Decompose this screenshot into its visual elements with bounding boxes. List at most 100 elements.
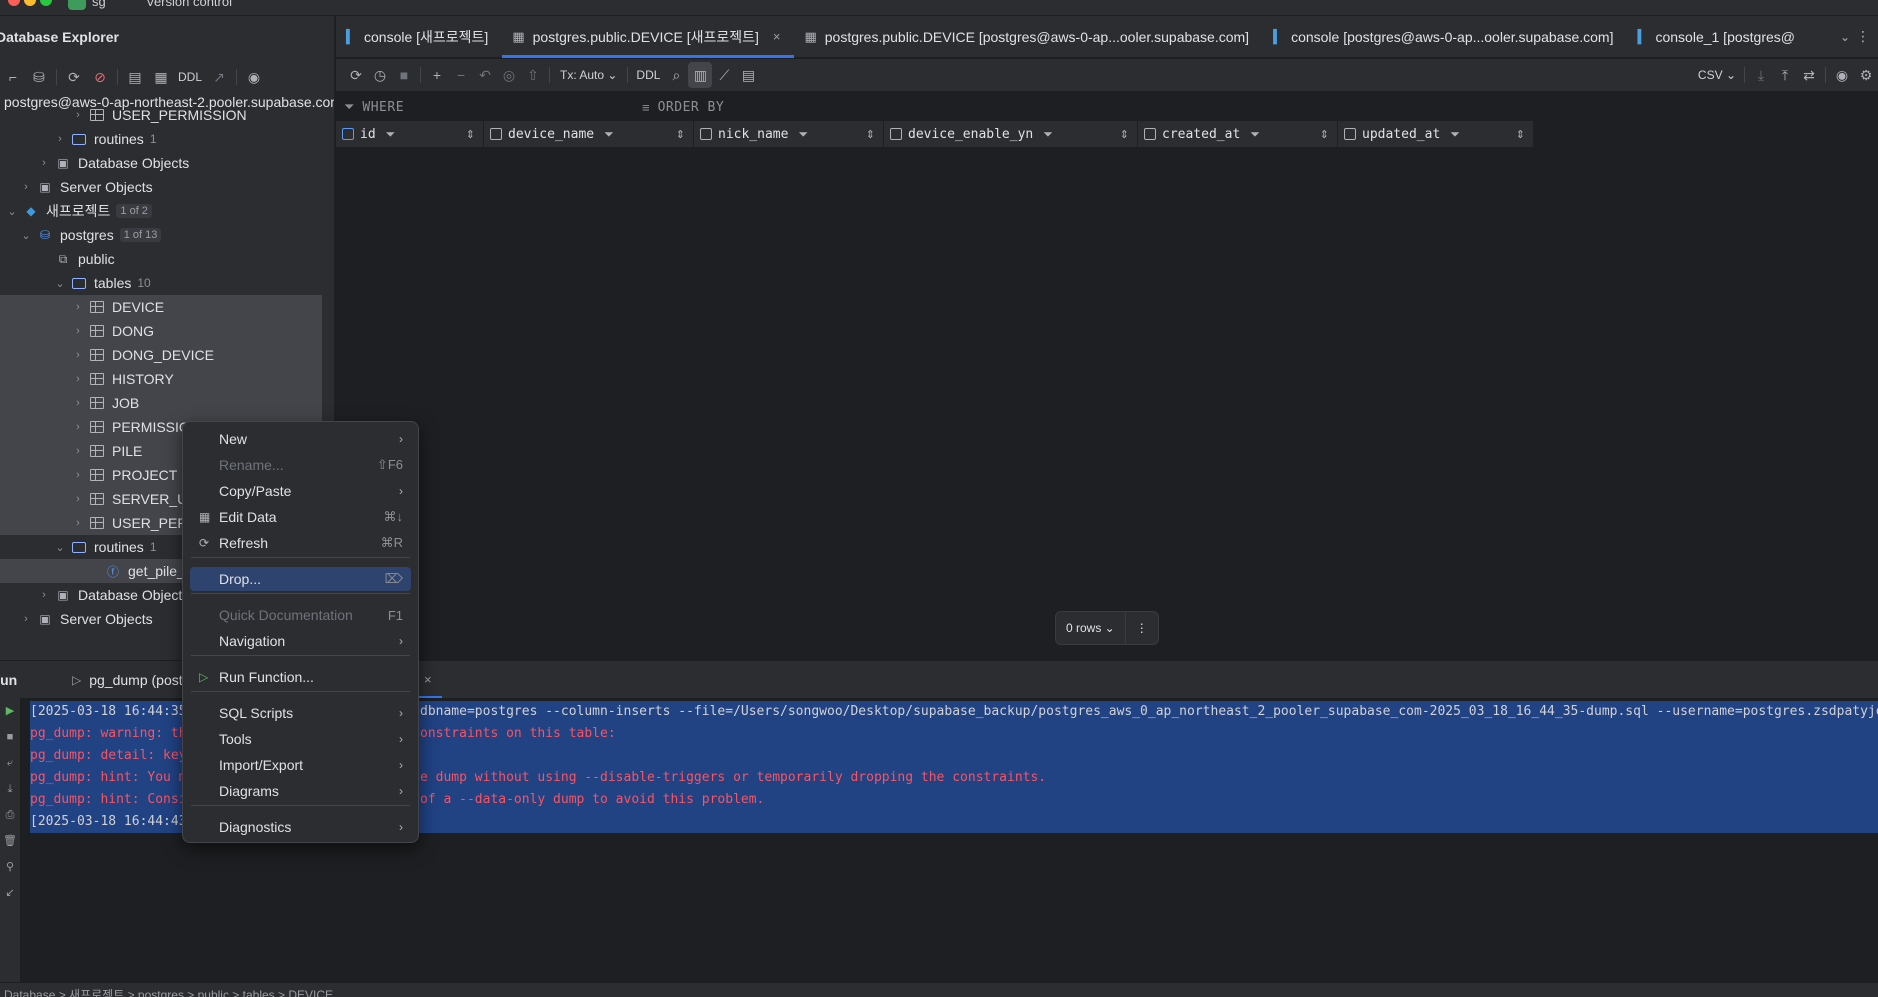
tabs-more-icon[interactable]: ⋮ bbox=[1856, 28, 1870, 45]
revert-icon[interactable]: ↶ bbox=[473, 62, 497, 88]
column-filter-icon[interactable]: ⏷ bbox=[386, 127, 396, 142]
reload-icon[interactable]: ⟳ bbox=[344, 62, 368, 88]
tree-item-dong[interactable]: › DONG bbox=[0, 319, 322, 343]
scroll-end-icon[interactable]: ⤓ bbox=[0, 776, 20, 802]
maximize-window-icon[interactable] bbox=[40, 0, 52, 6]
datasource-properties-icon[interactable]: ⛁ bbox=[26, 64, 52, 90]
tree-item-postgres[interactable]: ⌄ ⛁ postgres 1 of 13 bbox=[0, 223, 335, 247]
view-options-icon[interactable]: ◉ bbox=[241, 64, 267, 90]
chevron-right-icon[interactable]: › bbox=[70, 493, 86, 505]
pin-icon[interactable]: ⚲ bbox=[0, 854, 20, 880]
order-by-filter[interactable]: ≡ ORDER BY bbox=[642, 100, 724, 115]
collapse-arrow-icon[interactable]: ↙ bbox=[0, 880, 20, 906]
rows-more-icon[interactable]: ⋮ bbox=[1126, 611, 1158, 645]
column-filter-icon[interactable]: ⏷ bbox=[798, 127, 808, 142]
menu-item-run-function[interactable]: ▷ Run Function... bbox=[190, 665, 411, 689]
tree-item-public[interactable]: ⧉ public bbox=[0, 247, 335, 271]
column-header-nick-name[interactable]: nick_name ⏷ ⇕ bbox=[694, 121, 884, 147]
schema-icon[interactable]: ▤ bbox=[122, 64, 148, 90]
transaction-mode-dropdown[interactable]: Tx: Auto ⌄ bbox=[554, 68, 623, 82]
sort-icon[interactable]: ⇕ bbox=[1120, 128, 1129, 141]
menu-item-diagrams[interactable]: Diagrams › bbox=[190, 779, 411, 803]
chevron-right-icon[interactable]: › bbox=[52, 133, 68, 145]
column-header-device-enable-yn[interactable]: device_enable_yn ⏷ ⇕ bbox=[884, 121, 1138, 147]
project-badge-icon[interactable] bbox=[68, 0, 86, 10]
tab-console-1[interactable]: ▍ console_1 [postgres@ bbox=[1627, 16, 1809, 58]
column-filter-icon[interactable]: ⏷ bbox=[1450, 127, 1460, 142]
refresh-icon[interactable]: ⟳ bbox=[61, 64, 87, 90]
chevron-right-icon[interactable]: › bbox=[70, 109, 86, 121]
sort-icon[interactable]: ⇕ bbox=[866, 128, 875, 141]
where-filter[interactable]: ⏷ WHERE bbox=[344, 99, 404, 115]
upload-icon[interactable]: ⤒ bbox=[1773, 62, 1797, 88]
menu-item-new[interactable]: New › bbox=[190, 427, 411, 451]
tree-item-새프로젝트[interactable]: ⌄ ◆ 새프로젝트 1 of 2 bbox=[0, 199, 335, 223]
tree-item-tables[interactable]: ⌄ tables 10 bbox=[0, 271, 335, 295]
menu-item-copy-paste[interactable]: Copy/Paste › bbox=[190, 479, 411, 503]
chart-icon[interactable]: ⟋ bbox=[712, 62, 736, 88]
tree-item-user-permission[interactable]: › USER_PERMISSION bbox=[0, 103, 335, 127]
chevron-right-icon[interactable]: › bbox=[36, 157, 52, 169]
schema-count-badge[interactable]: 1 of 13 bbox=[119, 228, 162, 242]
sort-icon[interactable]: ⇕ bbox=[1320, 128, 1329, 141]
chevron-right-icon[interactable]: › bbox=[70, 517, 86, 529]
rows-count-dropdown[interactable]: 0 rows ⌄ bbox=[1056, 611, 1125, 645]
soft-wrap-icon[interactable]: ⤶ bbox=[0, 750, 20, 776]
grid-settings-icon[interactable]: ▤ bbox=[736, 62, 760, 88]
rerun-icon[interactable]: ▶ bbox=[0, 698, 20, 724]
column-filter-icon[interactable]: ⏷ bbox=[604, 127, 614, 142]
tree-item-device[interactable]: › DEVICE bbox=[0, 295, 322, 319]
sort-icon[interactable]: ⇕ bbox=[466, 128, 475, 141]
tab-console-supabase[interactable]: ▍ console [postgres@aws-0-ap...ooler.supa… bbox=[1263, 16, 1627, 58]
add-row-icon[interactable]: + bbox=[425, 62, 449, 88]
breadcrumb[interactable]: Database > 새프로젝트 > postgres > public > t… bbox=[4, 986, 333, 997]
menu-item-refresh[interactable]: ⟳ Refresh ⌘R bbox=[190, 531, 411, 555]
menu-item-diagnostics[interactable]: Diagnostics › bbox=[190, 815, 411, 839]
chevron-down-icon[interactable]: ⌄ bbox=[52, 277, 68, 290]
chevron-down-icon[interactable]: ⌄ bbox=[52, 541, 68, 554]
ddl-button[interactable]: DDL bbox=[632, 68, 664, 82]
menu-item-navigation[interactable]: Navigation › bbox=[190, 629, 411, 653]
chevron-right-icon[interactable]: › bbox=[70, 349, 86, 361]
tabs-dropdown-icon[interactable]: ⌄ bbox=[1840, 30, 1850, 44]
compare-icon[interactable]: ⇄ bbox=[1797, 62, 1821, 88]
tab-device-new-project[interactable]: ▦ postgres.public.DEVICE [새프로젝트] × bbox=[502, 16, 795, 58]
chevron-right-icon[interactable]: › bbox=[36, 589, 52, 601]
history-icon[interactable]: ◷ bbox=[368, 62, 392, 88]
chevron-right-icon[interactable]: › bbox=[18, 181, 34, 193]
menu-item-sql-scripts[interactable]: SQL Scripts › bbox=[190, 701, 411, 725]
minimize-window-icon[interactable] bbox=[24, 0, 36, 6]
project-label[interactable]: sg bbox=[92, 0, 106, 9]
menu-item-edit-data[interactable]: ▦ Edit Data ⌘↓ bbox=[190, 505, 411, 529]
vcs-label[interactable]: Version control bbox=[146, 0, 232, 9]
column-filter-icon[interactable]: ⏷ bbox=[1250, 127, 1260, 142]
stop-icon[interactable]: ■ bbox=[392, 62, 416, 88]
schema-count-badge[interactable]: 1 of 2 bbox=[116, 204, 152, 218]
tree-item-server-objects[interactable]: › ▣ Server Objects bbox=[0, 175, 335, 199]
settings-gear-icon[interactable]: ⚙ bbox=[1854, 62, 1878, 88]
jump-to-source-icon[interactable]: ↗ bbox=[206, 64, 232, 90]
ddl-button[interactable]: DDL bbox=[174, 70, 206, 84]
column-header-created-at[interactable]: created_at ⏷ ⇕ bbox=[1138, 121, 1338, 147]
close-window-icon[interactable] bbox=[8, 0, 20, 6]
chevron-right-icon[interactable]: › bbox=[70, 469, 86, 481]
close-tab-icon[interactable]: × bbox=[773, 29, 781, 44]
sort-icon[interactable]: ⇕ bbox=[1516, 128, 1525, 141]
chevron-right-icon[interactable]: › bbox=[70, 325, 86, 337]
chevron-right-icon[interactable]: › bbox=[70, 445, 86, 457]
chevron-down-icon[interactable]: ⌄ bbox=[18, 229, 34, 242]
chevron-down-icon[interactable]: ⌄ bbox=[4, 205, 20, 218]
tree-item-database-objects[interactable]: › ▣ Database Objects bbox=[0, 151, 335, 175]
view-icon[interactable]: ◉ bbox=[1830, 62, 1854, 88]
menu-item-drop[interactable]: Drop... ⌦ bbox=[190, 567, 411, 591]
submit-icon[interactable]: ⇧ bbox=[521, 62, 545, 88]
chevron-right-icon[interactable]: › bbox=[70, 397, 86, 409]
print-icon[interactable]: ⎙ bbox=[0, 802, 20, 828]
table-view-toggle-icon[interactable]: ▥ bbox=[688, 62, 713, 88]
sort-icon[interactable]: ⇕ bbox=[676, 128, 685, 141]
download-icon[interactable]: ⤓ bbox=[1749, 62, 1773, 88]
delete-row-icon[interactable]: − bbox=[449, 62, 473, 88]
menu-item-tools[interactable]: Tools › bbox=[190, 727, 411, 751]
tree-item-history[interactable]: › HISTORY bbox=[0, 367, 322, 391]
tab-device-supabase[interactable]: ▦ postgres.public.DEVICE [postgres@aws-0-… bbox=[794, 16, 1263, 58]
